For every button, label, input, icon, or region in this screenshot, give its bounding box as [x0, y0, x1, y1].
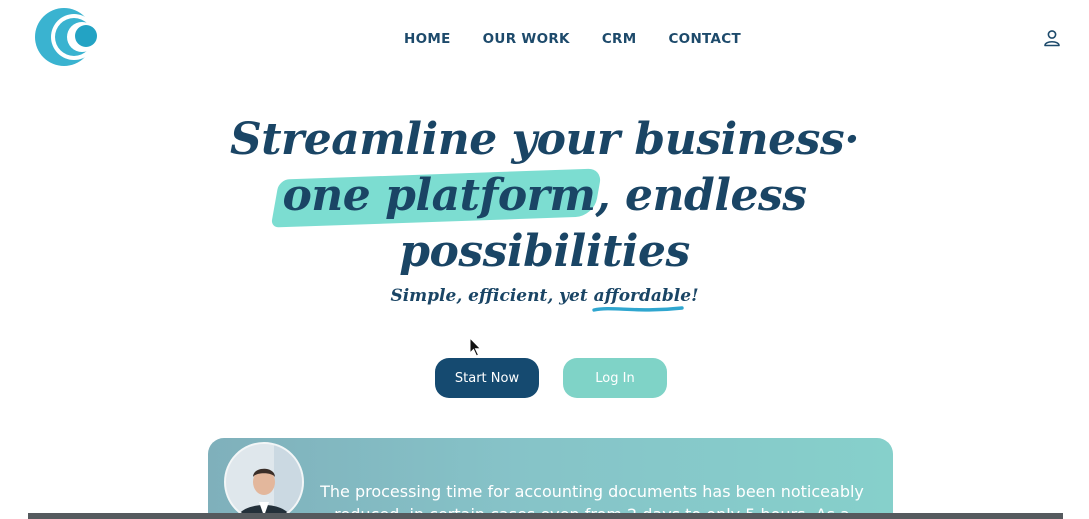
- testimonial-avatar: [224, 442, 304, 519]
- headline-line-2-rest: , endless: [595, 170, 807, 221]
- start-now-button[interactable]: Start Now: [435, 358, 539, 398]
- highlighted-phrase: one platform: [271, 168, 603, 228]
- tagline-underlined-word: affordable!: [591, 286, 699, 312]
- person-photo-icon: [226, 444, 302, 519]
- squiggle-underline: [591, 306, 684, 312]
- log-in-button[interactable]: Log In: [563, 358, 667, 398]
- bottom-scrollbar[interactable]: [28, 513, 1063, 519]
- tagline-underlined-text: affordable!: [593, 286, 699, 306]
- highlight-text: one platform: [282, 170, 596, 221]
- headline-line-3: possibilities: [399, 226, 690, 277]
- mouse-cursor-icon: [469, 337, 482, 357]
- user-icon[interactable]: [1043, 29, 1061, 47]
- nav-home[interactable]: HOME: [404, 31, 451, 47]
- nav-our-work[interactable]: OUR WORK: [483, 31, 570, 47]
- hero-section: Streamline your business· one platform ,…: [0, 112, 1089, 312]
- nav-crm[interactable]: CRM: [602, 31, 637, 47]
- quote-line-1: The processing time for accounting docum…: [320, 482, 864, 501]
- hero-tagline: Simple, efficient, yet affordable!: [0, 286, 1089, 312]
- page: HOME OUR WORK CRM CONTACT Streamline you…: [0, 0, 1089, 519]
- main-nav: HOME OUR WORK CRM CONTACT: [0, 30, 1089, 48]
- nav-contact[interactable]: CONTACT: [668, 31, 741, 47]
- headline-line-2: one platform , endless: [0, 168, 1089, 228]
- headline-line-1: Streamline your business·: [229, 114, 860, 165]
- hero-headline: Streamline your business· one platform ,…: [0, 112, 1089, 280]
- tagline-prefix: Simple, efficient, yet: [390, 286, 594, 306]
